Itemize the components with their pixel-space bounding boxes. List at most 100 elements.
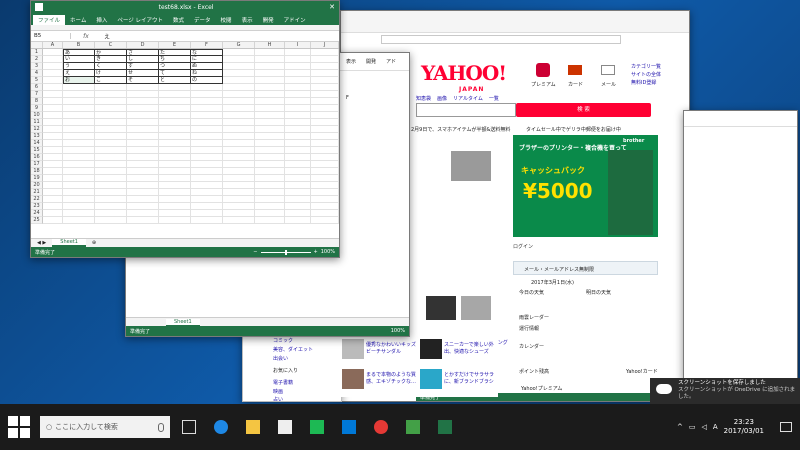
grid-cell[interactable] bbox=[159, 161, 191, 168]
grid-cell[interactable] bbox=[191, 147, 223, 154]
search-input[interactable] bbox=[416, 103, 516, 117]
grid-cell[interactable] bbox=[223, 182, 255, 189]
grid-cell[interactable] bbox=[191, 217, 223, 224]
col-header-i[interactable]: I bbox=[285, 42, 311, 48]
grid-cell[interactable] bbox=[255, 77, 285, 84]
tab-page-layout[interactable]: ページ レイアウト bbox=[112, 15, 168, 25]
grid-cell[interactable] bbox=[43, 147, 63, 154]
product-1[interactable]: 優秀なかわいいキッズビーチサンダル bbox=[366, 341, 418, 355]
grid-cell[interactable] bbox=[127, 196, 159, 203]
grid-cell[interactable] bbox=[191, 182, 223, 189]
col-header-a[interactable]: A bbox=[43, 42, 63, 48]
grid-cell[interactable] bbox=[95, 175, 127, 182]
col-header-d[interactable]: D bbox=[127, 42, 159, 48]
app-icon-green-2[interactable] bbox=[400, 414, 426, 440]
excel-taskbar-icon[interactable] bbox=[432, 414, 458, 440]
grid-cell[interactable] bbox=[255, 84, 285, 91]
row-header[interactable]: 22 bbox=[31, 196, 43, 203]
grid-cell[interactable] bbox=[223, 147, 255, 154]
grid-cell[interactable] bbox=[311, 189, 339, 196]
grid-cell[interactable] bbox=[127, 140, 159, 147]
search-tab-chiebukuro[interactable]: 知恵袋 bbox=[416, 95, 431, 102]
news-bar-left[interactable]: 2月9日で、スマホアイテムが半額&送料無料 bbox=[411, 126, 510, 133]
grid-cell[interactable] bbox=[191, 98, 223, 105]
grid-cell[interactable]: く bbox=[95, 63, 127, 70]
yahoo-card-link[interactable]: Yahoo!カード bbox=[626, 368, 658, 375]
grid-cell[interactable]: け bbox=[95, 70, 127, 77]
grid-cell[interactable] bbox=[255, 119, 285, 126]
grid-cell[interactable] bbox=[285, 84, 311, 91]
grid-cell[interactable] bbox=[43, 217, 63, 224]
news-bar-right[interactable]: タイムセール中でゲリラ中郵便をお届け中 bbox=[526, 126, 621, 133]
grid-cell[interactable] bbox=[255, 175, 285, 182]
grid-cell[interactable] bbox=[285, 133, 311, 140]
grid-cell[interactable] bbox=[95, 126, 127, 133]
grid-cell[interactable] bbox=[191, 154, 223, 161]
grid-cell[interactable] bbox=[95, 98, 127, 105]
grid-cell[interactable] bbox=[223, 70, 255, 77]
grid-cell[interactable] bbox=[127, 147, 159, 154]
row-header[interactable]: 16 bbox=[31, 154, 43, 161]
grid-cell[interactable] bbox=[223, 154, 255, 161]
grid-cell[interactable] bbox=[43, 49, 63, 56]
search-button[interactable]: 検 索 bbox=[516, 103, 651, 117]
grid-cell[interactable] bbox=[191, 91, 223, 98]
grid-cell[interactable] bbox=[63, 147, 95, 154]
grid-cell[interactable] bbox=[191, 112, 223, 119]
close-icon[interactable]: ✕ bbox=[329, 3, 335, 11]
grid-cell[interactable] bbox=[285, 210, 311, 217]
left-link-comic-b[interactable]: コミック bbox=[273, 337, 293, 344]
grid-cell[interactable] bbox=[285, 203, 311, 210]
side-link-category[interactable]: カテゴリ一覧 bbox=[631, 63, 661, 70]
grid-cell[interactable] bbox=[255, 210, 285, 217]
tab-addin[interactable]: アドイン bbox=[279, 15, 311, 25]
grid-cell[interactable] bbox=[311, 154, 339, 161]
grid-cell[interactable]: た bbox=[159, 49, 191, 56]
windows-start-icon[interactable] bbox=[8, 416, 30, 438]
grid-cell[interactable] bbox=[311, 77, 339, 84]
grid-cell[interactable]: て bbox=[159, 70, 191, 77]
grid-cell[interactable] bbox=[223, 63, 255, 70]
grid-cell[interactable]: に bbox=[191, 56, 223, 63]
left-link-favorites[interactable]: お気に入り bbox=[273, 367, 298, 374]
grid-cell[interactable] bbox=[63, 119, 95, 126]
grid-cell[interactable]: か bbox=[95, 49, 127, 56]
tab-insert[interactable]: 挿入 bbox=[91, 15, 112, 25]
grid-cell[interactable] bbox=[43, 126, 63, 133]
grid-cell[interactable] bbox=[63, 210, 95, 217]
excel-second-tab-view[interactable]: 表示 bbox=[346, 58, 356, 65]
grid-cell[interactable] bbox=[255, 133, 285, 140]
grid-cell[interactable] bbox=[255, 168, 285, 175]
row-header[interactable]: 7 bbox=[31, 91, 43, 98]
tab-home[interactable]: ホーム bbox=[65, 15, 91, 25]
grid-cell[interactable] bbox=[255, 105, 285, 112]
grid-cell[interactable] bbox=[159, 133, 191, 140]
grid-cell[interactable]: さ bbox=[127, 49, 159, 56]
grid-cell[interactable] bbox=[127, 182, 159, 189]
rain-radar[interactable]: 雨雲レーダー bbox=[519, 314, 549, 321]
grid-cell[interactable]: あ bbox=[63, 49, 95, 56]
grid-cell[interactable] bbox=[311, 84, 339, 91]
clock[interactable]: 23:23 2017/03/01 bbox=[724, 418, 764, 436]
yahoo-logo[interactable]: YAHOO! bbox=[421, 61, 507, 85]
grid-cell[interactable] bbox=[43, 119, 63, 126]
onedrive-toast[interactable]: スクリーンショットを保存しました スクリーンショットが OneDrive に追加… bbox=[650, 378, 800, 404]
zoom-out-icon[interactable]: − bbox=[253, 249, 257, 255]
nav-mail[interactable]: メール bbox=[601, 81, 616, 88]
grid-cell[interactable] bbox=[311, 112, 339, 119]
mail-icon[interactable] bbox=[601, 65, 615, 75]
grid-cell[interactable] bbox=[223, 189, 255, 196]
grid-cell[interactable] bbox=[311, 126, 339, 133]
grid-cell[interactable] bbox=[311, 70, 339, 77]
grid-cell[interactable] bbox=[255, 112, 285, 119]
grid-cell[interactable] bbox=[223, 98, 255, 105]
grid-cell[interactable] bbox=[43, 203, 63, 210]
tab-file[interactable]: ファイル bbox=[33, 15, 66, 25]
grid-cell[interactable] bbox=[223, 105, 255, 112]
grid-cell[interactable] bbox=[159, 217, 191, 224]
grid-cell[interactable] bbox=[127, 126, 159, 133]
grid-cell[interactable] bbox=[191, 126, 223, 133]
row-header[interactable]: 15 bbox=[31, 147, 43, 154]
grid-cell[interactable] bbox=[255, 49, 285, 56]
formula-input[interactable]: え bbox=[101, 32, 339, 41]
